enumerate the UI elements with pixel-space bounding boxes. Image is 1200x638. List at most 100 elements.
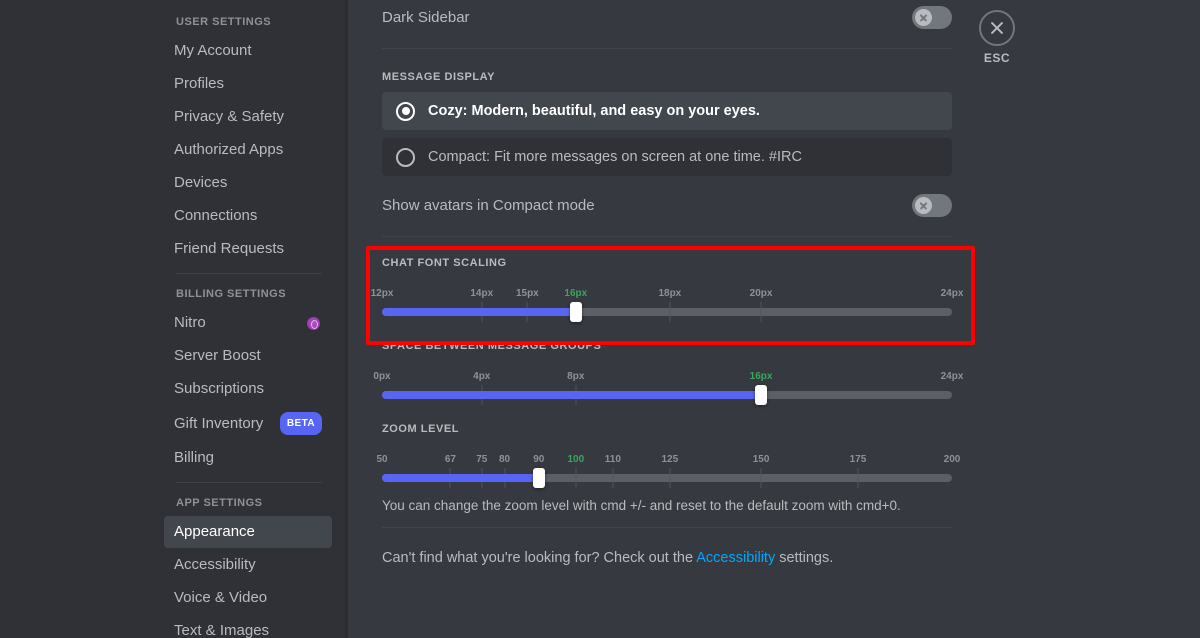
sidebar-item-label: Accessibility (174, 555, 256, 575)
sidebar-item-label: Server Boost (174, 346, 261, 366)
sidebar-item-privacy-safety[interactable]: Privacy & Safety (164, 101, 332, 133)
dark-sidebar-label: Dark Sidebar (382, 9, 470, 26)
zoom-level-help: You can change the zoom level with cmd +… (382, 498, 952, 513)
space-between-fill (382, 391, 761, 399)
sidebar-item-friend-requests[interactable]: Friend Requests (164, 233, 332, 265)
zoom-level-tick-label: 200 (944, 454, 961, 465)
sidebar-item-billing[interactable]: Billing (164, 442, 332, 474)
zoom-level-tick-label: 67 (445, 454, 456, 465)
chat-font-scaling-tick-mark (669, 302, 670, 322)
sidebar-item-label: Devices (174, 173, 227, 193)
esc-label: ESC (984, 51, 1010, 65)
chat-font-scaling-slider[interactable] (382, 308, 952, 316)
sidebar-item-accessibility[interactable]: Accessibility (164, 549, 332, 581)
close-settings-button[interactable]: ESC (976, 10, 1018, 65)
zoom-level-tick-mark (761, 468, 762, 488)
beta-badge: BETA (280, 412, 322, 435)
space-between-handle[interactable] (755, 385, 767, 405)
zoom-level-tick-label: 90 (533, 454, 544, 465)
zoom-level-tick-mark (575, 468, 576, 488)
hint-suffix: settings. (775, 550, 833, 566)
sidebar-item-label: Profiles (174, 74, 224, 94)
sidebar-item-appearance[interactable]: Appearance (164, 516, 332, 548)
accessibility-link[interactable]: Accessibility (696, 550, 775, 566)
appearance-settings-panel: Dark Sidebar MESSAGE DISPLAY Cozy: Moder… (348, 0, 1200, 638)
close-x-icon[interactable] (979, 10, 1015, 46)
sidebar-group-header: USER SETTINGS (152, 10, 340, 34)
sidebar-item-label: Subscriptions (174, 379, 264, 399)
zoom-level-section: ZOOM LEVEL 5067758090100110125150175200 (382, 423, 952, 482)
chat-font-scaling-tick-label: 24px (941, 288, 964, 299)
accessibility-hint: Can't find what you're looking for? Chec… (382, 550, 952, 566)
space-between-title: SPACE BETWEEN MESSAGE GROUPS (382, 340, 952, 352)
zoom-level-tick-label: 80 (499, 454, 510, 465)
toggle-knob (915, 197, 932, 214)
toggle-knob (915, 9, 932, 26)
chat-font-scaling-title: CHAT FONT SCALING (382, 257, 952, 269)
sidebar-divider (176, 273, 322, 274)
space-between-tick-label: 0px (373, 371, 390, 382)
space-between-slider[interactable] (382, 391, 952, 399)
space-between-message-groups-section: SPACE BETWEEN MESSAGE GROUPS 0px4px8px16… (382, 340, 952, 399)
show-avatars-toggle[interactable] (912, 194, 952, 217)
chat-font-scaling-fill (382, 308, 576, 316)
sidebar-item-devices[interactable]: Devices (164, 167, 332, 199)
zoom-level-tick-mark (669, 468, 670, 488)
zoom-level-slider[interactable] (382, 474, 952, 482)
sidebar-item-label: Text & Images (174, 621, 269, 638)
space-between-tick-label: 8px (567, 371, 584, 382)
chat-font-scaling-handle[interactable] (570, 302, 582, 322)
zoom-level-tick-label: 75 (476, 454, 487, 465)
zoom-level-tick-label: 50 (376, 454, 387, 465)
zoom-level-ticks: 5067758090100110125150175200 (382, 454, 952, 469)
zoom-level-tick-label: 125 (662, 454, 679, 465)
space-between-tick-label: 4px (473, 371, 490, 382)
message-display-title: MESSAGE DISPLAY (382, 71, 952, 83)
sidebar-item-authorized-apps[interactable]: Authorized Apps (164, 134, 332, 166)
sidebar-item-gift-inventory[interactable]: Gift Inventory BETA (164, 406, 332, 441)
option-label: Compact: Fit more messages on screen at … (428, 149, 802, 165)
sidebar-item-server-boost[interactable]: Server Boost (164, 340, 332, 372)
zoom-level-tick-mark (612, 468, 613, 488)
settings-sidebar: USER SETTINGS My Account Profiles Privacy &… (152, 0, 340, 638)
settings-window: USER SETTINGS My Account Profiles Privacy &… (0, 0, 1200, 638)
dark-sidebar-row: Dark Sidebar (382, 0, 952, 34)
dark-sidebar-toggle[interactable] (912, 6, 952, 29)
space-between-tick-label: 16px (750, 371, 773, 382)
chat-font-scaling-section: CHAT FONT SCALING 12px14px15px16px18px20… (382, 257, 952, 316)
sidebar-item-label: Friend Requests (174, 239, 284, 259)
nitro-dot-icon (307, 317, 320, 330)
message-display-option-cozy[interactable]: Cozy: Modern, beautiful, and easy on you… (382, 92, 952, 130)
sidebar-item-nitro[interactable]: Nitro (164, 307, 332, 339)
zoom-level-tick-label: 110 (605, 454, 621, 465)
sidebar-item-label: Gift Inventory (174, 414, 263, 434)
space-between-tick-label: 24px (941, 371, 964, 382)
left-gutter (0, 0, 152, 638)
sidebar-item-my-account[interactable]: My Account (164, 35, 332, 67)
message-display-option-compact[interactable]: Compact: Fit more messages on screen at … (382, 138, 952, 176)
chat-font-scaling-tick-label: 18px (658, 288, 681, 299)
space-between-ticks: 0px4px8px16px24px (382, 371, 952, 386)
chat-font-scaling-tick-label: 15px (516, 288, 539, 299)
sidebar-item-label: Connections (174, 206, 257, 226)
sidebar-divider (176, 482, 322, 483)
sidebar-item-text-images[interactable]: Text & Images (164, 615, 332, 638)
hint-prefix: Can't find what you're looking for? Chec… (382, 550, 696, 566)
zoom-level-title: ZOOM LEVEL (382, 423, 952, 435)
sidebar-item-label: Appearance (174, 522, 255, 542)
sidebar-item-connections[interactable]: Connections (164, 200, 332, 232)
radio-icon (396, 102, 415, 121)
chat-font-scaling-tick-label: 16px (564, 288, 587, 299)
sidebar-item-subscriptions[interactable]: Subscriptions (164, 373, 332, 405)
sidebar-item-profiles[interactable]: Profiles (164, 68, 332, 100)
sidebar-item-label: My Account (174, 41, 252, 61)
sidebar-item-label: Authorized Apps (174, 140, 283, 160)
sidebar-item-label: Billing (174, 448, 214, 468)
chat-font-scaling-ticks: 12px14px15px16px18px20px24px (382, 288, 952, 303)
sidebar-item-label: Voice & Video (174, 588, 267, 608)
chat-font-scaling-tick-label: 14px (470, 288, 493, 299)
sidebar-item-voice-video[interactable]: Voice & Video (164, 582, 332, 614)
zoom-level-handle[interactable] (533, 468, 545, 488)
sidebar-item-label: Nitro (174, 313, 206, 333)
sidebar-group-header: BILLING SETTINGS (152, 282, 340, 306)
